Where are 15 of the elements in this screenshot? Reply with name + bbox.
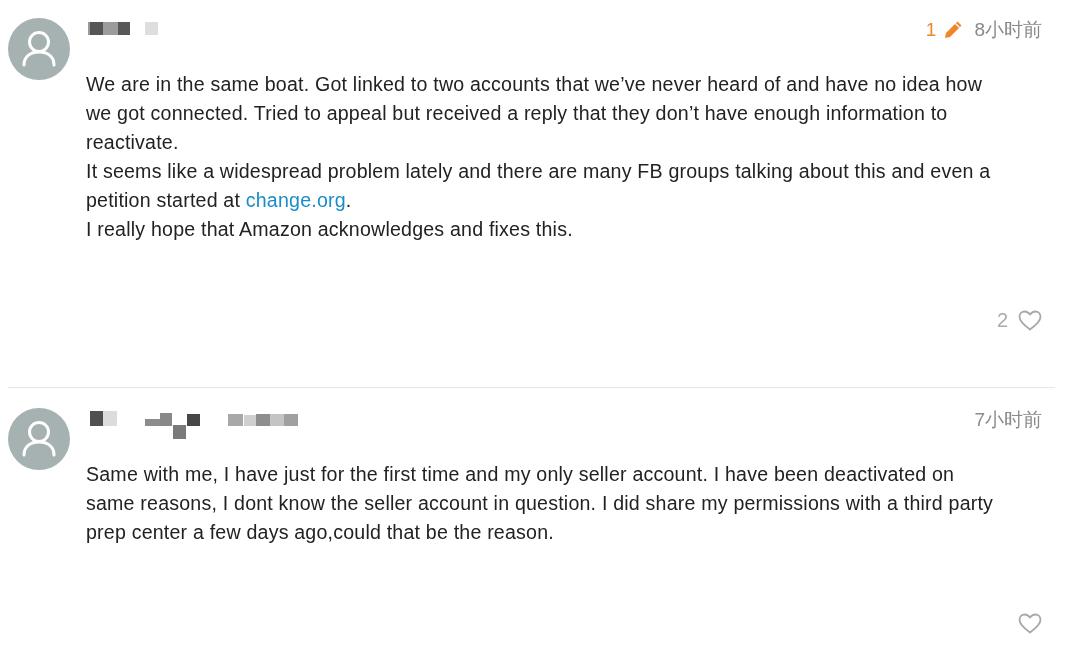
post-time: 8小时前: [974, 18, 1042, 42]
pixelated-username: [88, 21, 160, 37]
avatar-icon: [8, 18, 70, 80]
like-count: 2: [996, 309, 1008, 331]
heart-icon[interactable]: [1018, 612, 1042, 634]
heart-icon[interactable]: [1018, 309, 1042, 331]
inline-link[interactable]: change.org: [245, 189, 346, 211]
avatar-icon: [8, 408, 70, 470]
post-time: 7小时前: [974, 408, 1042, 432]
comment-text: Same with me, I have just for the first time and my only seller account. I have been deactivated on same reasons, I dont know the seller account in question. I did share my permissions with a third party prep center a few days ago,could that be the reason.: [86, 462, 995, 545]
comment-text: We are in the same boat. Got linked to two accounts that we’ve never heard of and have no idea how we got connected. Tried to appeal but received a reply that they don’t have enough information to reactivate.: [86, 72, 984, 155]
comment-text: I really hope that Amazon acknowledges and fixes this.: [86, 217, 574, 242]
edit-count: 1: [925, 18, 937, 42]
pencil-icon: [943, 20, 964, 40]
comment-text: It seems like a widespread problem lately and there are many FB groups talking about this and even a petition started at change.org.: [86, 159, 992, 213]
